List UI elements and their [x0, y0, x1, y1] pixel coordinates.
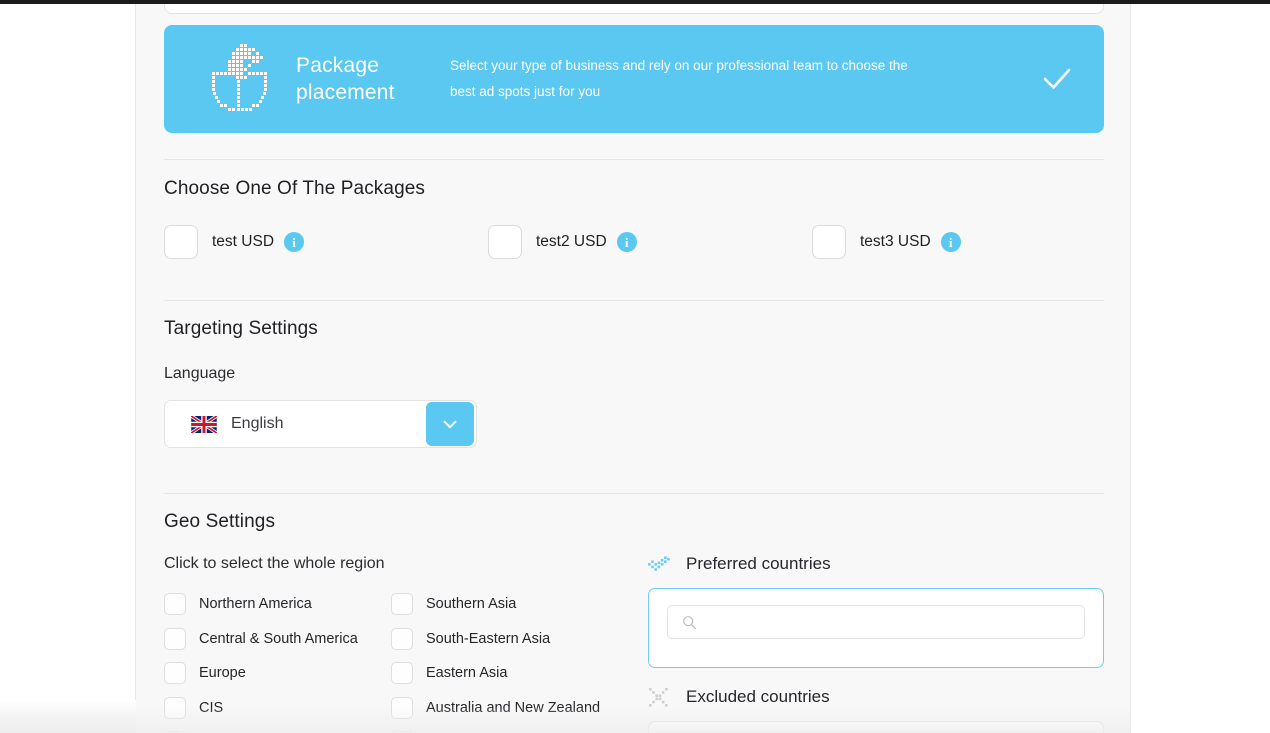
previous-card-cutoff: [164, 4, 1104, 14]
info-icon-1[interactable]: i: [616, 232, 637, 252]
dotted-cross-icon: [648, 686, 670, 708]
geo-region-label: Eastern Asia: [426, 665, 508, 682]
geo-region-item[interactable]: CIS: [164, 691, 358, 726]
main-content-panel[interactable]: Package placement Select your type of bu…: [136, 4, 1130, 733]
targeting-section-title: Targeting Settings: [164, 318, 318, 339]
geo-checkbox[interactable]: [391, 696, 413, 719]
geo-region-item[interactable]: Australia and New Zealand: [391, 691, 600, 726]
geo-region-item[interactable]: Africa: [391, 725, 600, 733]
packages-row: test USD i test2 USD i test3 USD i: [164, 221, 1104, 263]
geo-checkbox[interactable]: [391, 593, 413, 616]
language-select[interactable]: English: [164, 400, 477, 448]
geo-region-item[interactable]: Central & South America: [164, 622, 358, 657]
geo-region-label: Central & South America: [199, 630, 358, 647]
banner-description: Select your type of business and rely on…: [450, 58, 908, 99]
checkmark-icon: [1040, 62, 1074, 96]
geo-region-label: Southern Asia: [426, 596, 517, 613]
geo-region-label: CIS: [199, 699, 224, 716]
app-screen: Package placement Select your type of bu…: [0, 0, 1270, 733]
dotted-check-icon: [648, 553, 670, 575]
package-option-0[interactable]: test USD i: [164, 221, 305, 263]
info-icon-2[interactable]: i: [940, 232, 961, 252]
preferred-countries-search-input[interactable]: [667, 605, 1085, 639]
package-label-0: test USD: [212, 233, 275, 250]
packages-section-title: Choose One Of The Packages: [164, 178, 426, 199]
geo-region-label: South-Eastern Asia: [426, 630, 551, 647]
geo-checkbox[interactable]: [391, 627, 413, 650]
package-label-1: test2 USD: [536, 233, 607, 250]
geo-region-item[interactable]: Southern Asia: [391, 587, 600, 622]
package-checkbox-1[interactable]: [488, 225, 522, 259]
geo-region-item[interactable]: Europe: [164, 656, 358, 691]
left-sidebar: [0, 4, 136, 717]
language-value: English: [231, 415, 284, 432]
geo-region-item[interactable]: South-Eastern Asia: [391, 622, 600, 657]
geo-region-label: Northern America: [199, 596, 312, 613]
package-checkbox-0[interactable]: [164, 225, 198, 259]
package-label-2: test3 USD: [860, 233, 931, 250]
geo-region-label: Europe: [199, 665, 246, 682]
package-checkbox-2[interactable]: [812, 225, 846, 259]
uk-flag-icon: [190, 414, 218, 434]
chevron-down-icon[interactable]: [426, 402, 474, 446]
geo-checkbox[interactable]: [164, 593, 186, 616]
package-option-2[interactable]: test3 USD i: [812, 221, 961, 263]
preferred-countries-box[interactable]: [648, 588, 1104, 668]
excluded-countries-box[interactable]: [648, 721, 1104, 733]
divider-above-packages: [164, 159, 1104, 160]
divider-above-geo: [164, 493, 1104, 494]
banner-title-line2: placement: [296, 81, 395, 104]
divider-above-targeting: [164, 300, 1104, 301]
search-icon: [682, 615, 697, 630]
geo-region-column-1: Northern America Central & South America…: [164, 587, 358, 733]
geo-checkbox[interactable]: [164, 696, 186, 719]
package-option-1[interactable]: test2 USD i: [488, 221, 637, 263]
language-label: Language: [164, 365, 236, 382]
excluded-countries-label: Excluded countries: [686, 687, 830, 706]
geo-region-item[interactable]: Northern America: [164, 587, 358, 622]
left-sidebar-fade: [0, 700, 136, 733]
open-package-box-icon: [208, 43, 270, 115]
banner-title-line1: Package: [296, 54, 380, 77]
geo-region-column-2: Southern Asia South-Eastern Asia Eastern…: [391, 587, 600, 733]
preferred-countries-header: Preferred countries: [648, 553, 831, 575]
geo-hint: Click to select the whole region: [164, 555, 385, 572]
geo-section-title: Geo Settings: [164, 511, 276, 532]
geo-checkbox[interactable]: [164, 627, 186, 650]
excluded-countries-header: Excluded countries: [648, 686, 830, 708]
banner-title: Package placement: [296, 52, 446, 106]
geo-checkbox[interactable]: [164, 662, 186, 685]
right-gutter: [1130, 4, 1270, 733]
info-icon-0[interactable]: i: [284, 232, 305, 252]
geo-checkbox[interactable]: [391, 662, 413, 685]
geo-region-item[interactable]: Western Asia: [164, 725, 358, 733]
package-placement-banner[interactable]: Package placement Select your type of bu…: [164, 25, 1104, 133]
geo-region-item[interactable]: Eastern Asia: [391, 656, 600, 691]
preferred-countries-label: Preferred countries: [686, 554, 831, 573]
geo-region-label: Australia and New Zealand: [426, 699, 601, 716]
